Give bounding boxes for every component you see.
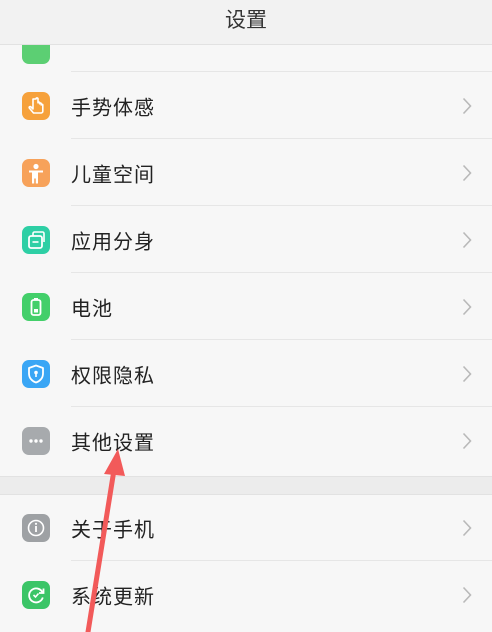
chevron-right-icon	[462, 97, 472, 114]
child-icon	[22, 158, 50, 187]
settings-item-label: 系统更新	[71, 584, 155, 608]
settings-item-label: 手势体感	[71, 95, 155, 119]
more-dots-icon	[22, 426, 50, 455]
settings-item-gesture[interactable]: 手势体感	[0, 72, 492, 139]
settings-item-label: 电池	[71, 296, 113, 320]
settings-item-app-clone[interactable]: 应用分身	[0, 206, 492, 273]
chevron-right-icon	[462, 586, 472, 603]
settings-item-battery[interactable]: 电池	[0, 273, 492, 340]
settings-item-label: 儿童空间	[71, 162, 155, 186]
settings-item-label: 应用分身	[71, 229, 155, 253]
settings-item-label: 关于手机	[71, 517, 155, 541]
app-clone-icon	[22, 225, 50, 254]
settings-item-system-update[interactable]: 系统更新	[0, 561, 492, 628]
title-bar: 设置	[0, 0, 492, 45]
settings-item-label: 权限隐私	[71, 363, 155, 387]
settings-section-1: 手势体感 儿童空间 应用分身 电池 权限隐私 其他设置	[0, 72, 492, 474]
settings-item-label: 其他设置	[71, 430, 155, 454]
settings-item-about-phone[interactable]: 关于手机	[0, 494, 492, 561]
settings-item-kids-space[interactable]: 儿童空间	[0, 139, 492, 206]
update-icon	[22, 580, 50, 609]
chevron-right-icon	[462, 519, 472, 536]
section-divider	[0, 476, 492, 495]
page-title: 设置	[225, 8, 267, 32]
chevron-right-icon	[462, 298, 472, 315]
hand-icon	[22, 91, 50, 120]
battery-icon	[22, 292, 50, 321]
settings-section-2: 关于手机 系统更新	[0, 494, 492, 628]
chevron-right-icon	[462, 365, 472, 382]
chevron-right-icon	[462, 164, 472, 181]
chevron-right-icon	[462, 231, 472, 248]
settings-item-privacy[interactable]: 权限隐私	[0, 340, 492, 407]
shield-icon	[22, 359, 50, 388]
info-icon	[22, 513, 50, 542]
settings-item-other-settings[interactable]: 其他设置	[0, 407, 492, 474]
chevron-right-icon	[462, 432, 472, 449]
